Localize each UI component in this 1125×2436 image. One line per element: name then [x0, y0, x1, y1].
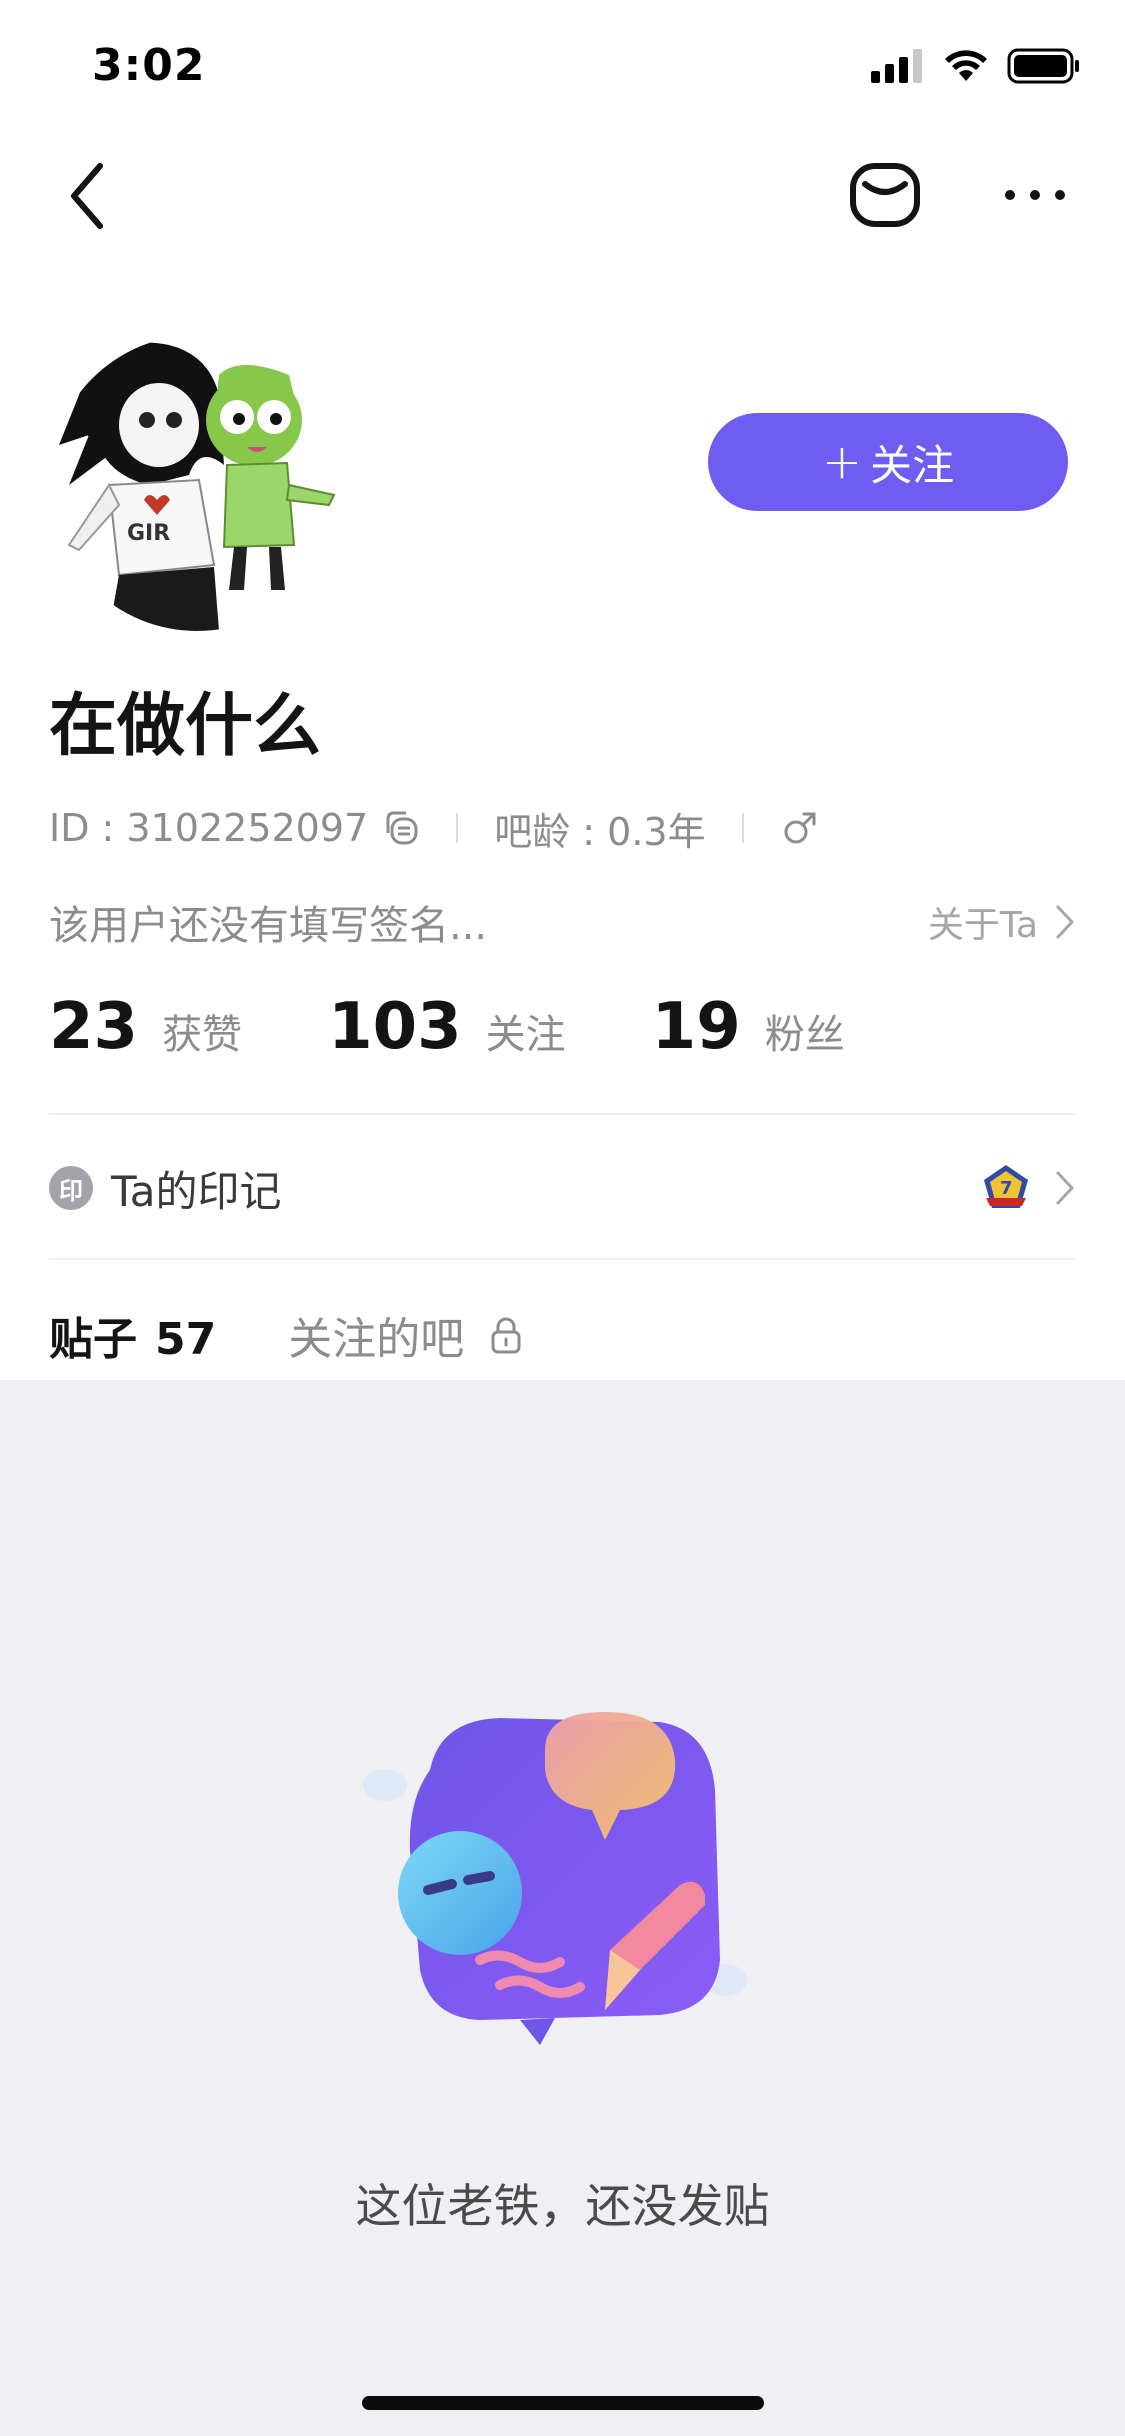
chevron-right-icon — [1056, 1171, 1074, 1205]
avatar-image: GIR — [49, 335, 345, 631]
marks-row[interactable]: 印 Ta的印记 7 — [49, 1120, 1076, 1256]
svg-text:7: 7 — [1000, 1178, 1013, 1199]
status-icons — [871, 48, 1081, 84]
battery-icon — [1007, 48, 1079, 84]
divider — [49, 1113, 1076, 1115]
marks-right: 7 — [980, 1162, 1076, 1214]
divider — [49, 1258, 1076, 1260]
tabs: 贴子 57 关注的吧 — [49, 1290, 522, 1391]
stat-label: 关注 — [485, 1012, 566, 1058]
tab-following-bars[interactable]: 关注的吧 — [288, 1303, 522, 1367]
stat-label: 粉丝 — [764, 1012, 845, 1058]
follow-button-label: 关注 — [870, 440, 955, 490]
svg-text:GIR: GIR — [127, 521, 170, 546]
avatar[interactable]: GIR — [49, 335, 345, 631]
chevron-right-icon — [1056, 905, 1074, 939]
stat-fans[interactable]: 19 粉丝 — [652, 990, 845, 1064]
marks-left: 印 Ta的印记 — [49, 1158, 281, 1219]
medal-icon: 7 — [984, 1165, 1028, 1208]
empty-posts-illustration — [363, 1712, 747, 2045]
meta-separator — [741, 813, 744, 843]
signal-icon — [871, 49, 922, 83]
username: 在做什么 — [49, 687, 322, 766]
home-indicator — [362, 2396, 764, 2410]
tab-posts[interactable]: 贴子 57 — [49, 1303, 217, 1391]
lock-icon — [491, 1317, 521, 1354]
stat-label: 获赞 — [162, 1012, 243, 1058]
about-link[interactable]: 关于Ta — [928, 896, 1076, 948]
message-icon[interactable] — [845, 154, 925, 234]
stat-value: 23 — [49, 990, 139, 1064]
more-icon[interactable] — [1000, 170, 1070, 220]
copy-icon[interactable] — [382, 809, 420, 847]
signature-row: 该用户还没有填写签名... 关于Ta — [49, 892, 1076, 952]
plus-icon: + — [821, 434, 863, 490]
status-time: 3:02 — [92, 40, 206, 91]
stat-value: 103 — [328, 990, 462, 1064]
wifi-icon — [945, 50, 987, 81]
male-icon — [784, 812, 816, 844]
signature: 该用户还没有填写签名... — [49, 903, 488, 949]
stats-row: 23 获赞 103 关注 19 粉丝 — [49, 990, 845, 1070]
back-icon[interactable] — [60, 160, 120, 232]
stat-likes[interactable]: 23 获赞 — [49, 990, 242, 1064]
seal-icon: 印 — [49, 1166, 93, 1210]
tab-posts-label: 贴子 — [49, 1314, 137, 1365]
meta-row: ID : 3102252097 吧龄 : 0.3年 — [49, 800, 820, 856]
tab-posts-count: 57 — [155, 1314, 217, 1365]
empty-state-message: 这位老铁，还没发贴 — [355, 2179, 770, 2233]
posts-content-area: 这位老铁，还没发贴 — [0, 1380, 1125, 2436]
status-bar: 3:02 — [0, 0, 1125, 132]
stat-following[interactable]: 103 关注 — [328, 990, 566, 1064]
about-link-label: 关于Ta — [927, 905, 1038, 946]
nav-bar — [0, 140, 1125, 250]
meta-separator — [456, 813, 459, 843]
marks-label: Ta的印记 — [111, 1166, 282, 1216]
bar-age: 吧龄 : 0.3年 — [494, 809, 706, 854]
stat-value: 19 — [651, 990, 741, 1064]
follow-button[interactable]: + 关注 — [708, 413, 1068, 511]
tab-following-bars-label: 关注的吧 — [288, 1314, 465, 1365]
user-id: ID : 3102252097 — [49, 806, 369, 850]
